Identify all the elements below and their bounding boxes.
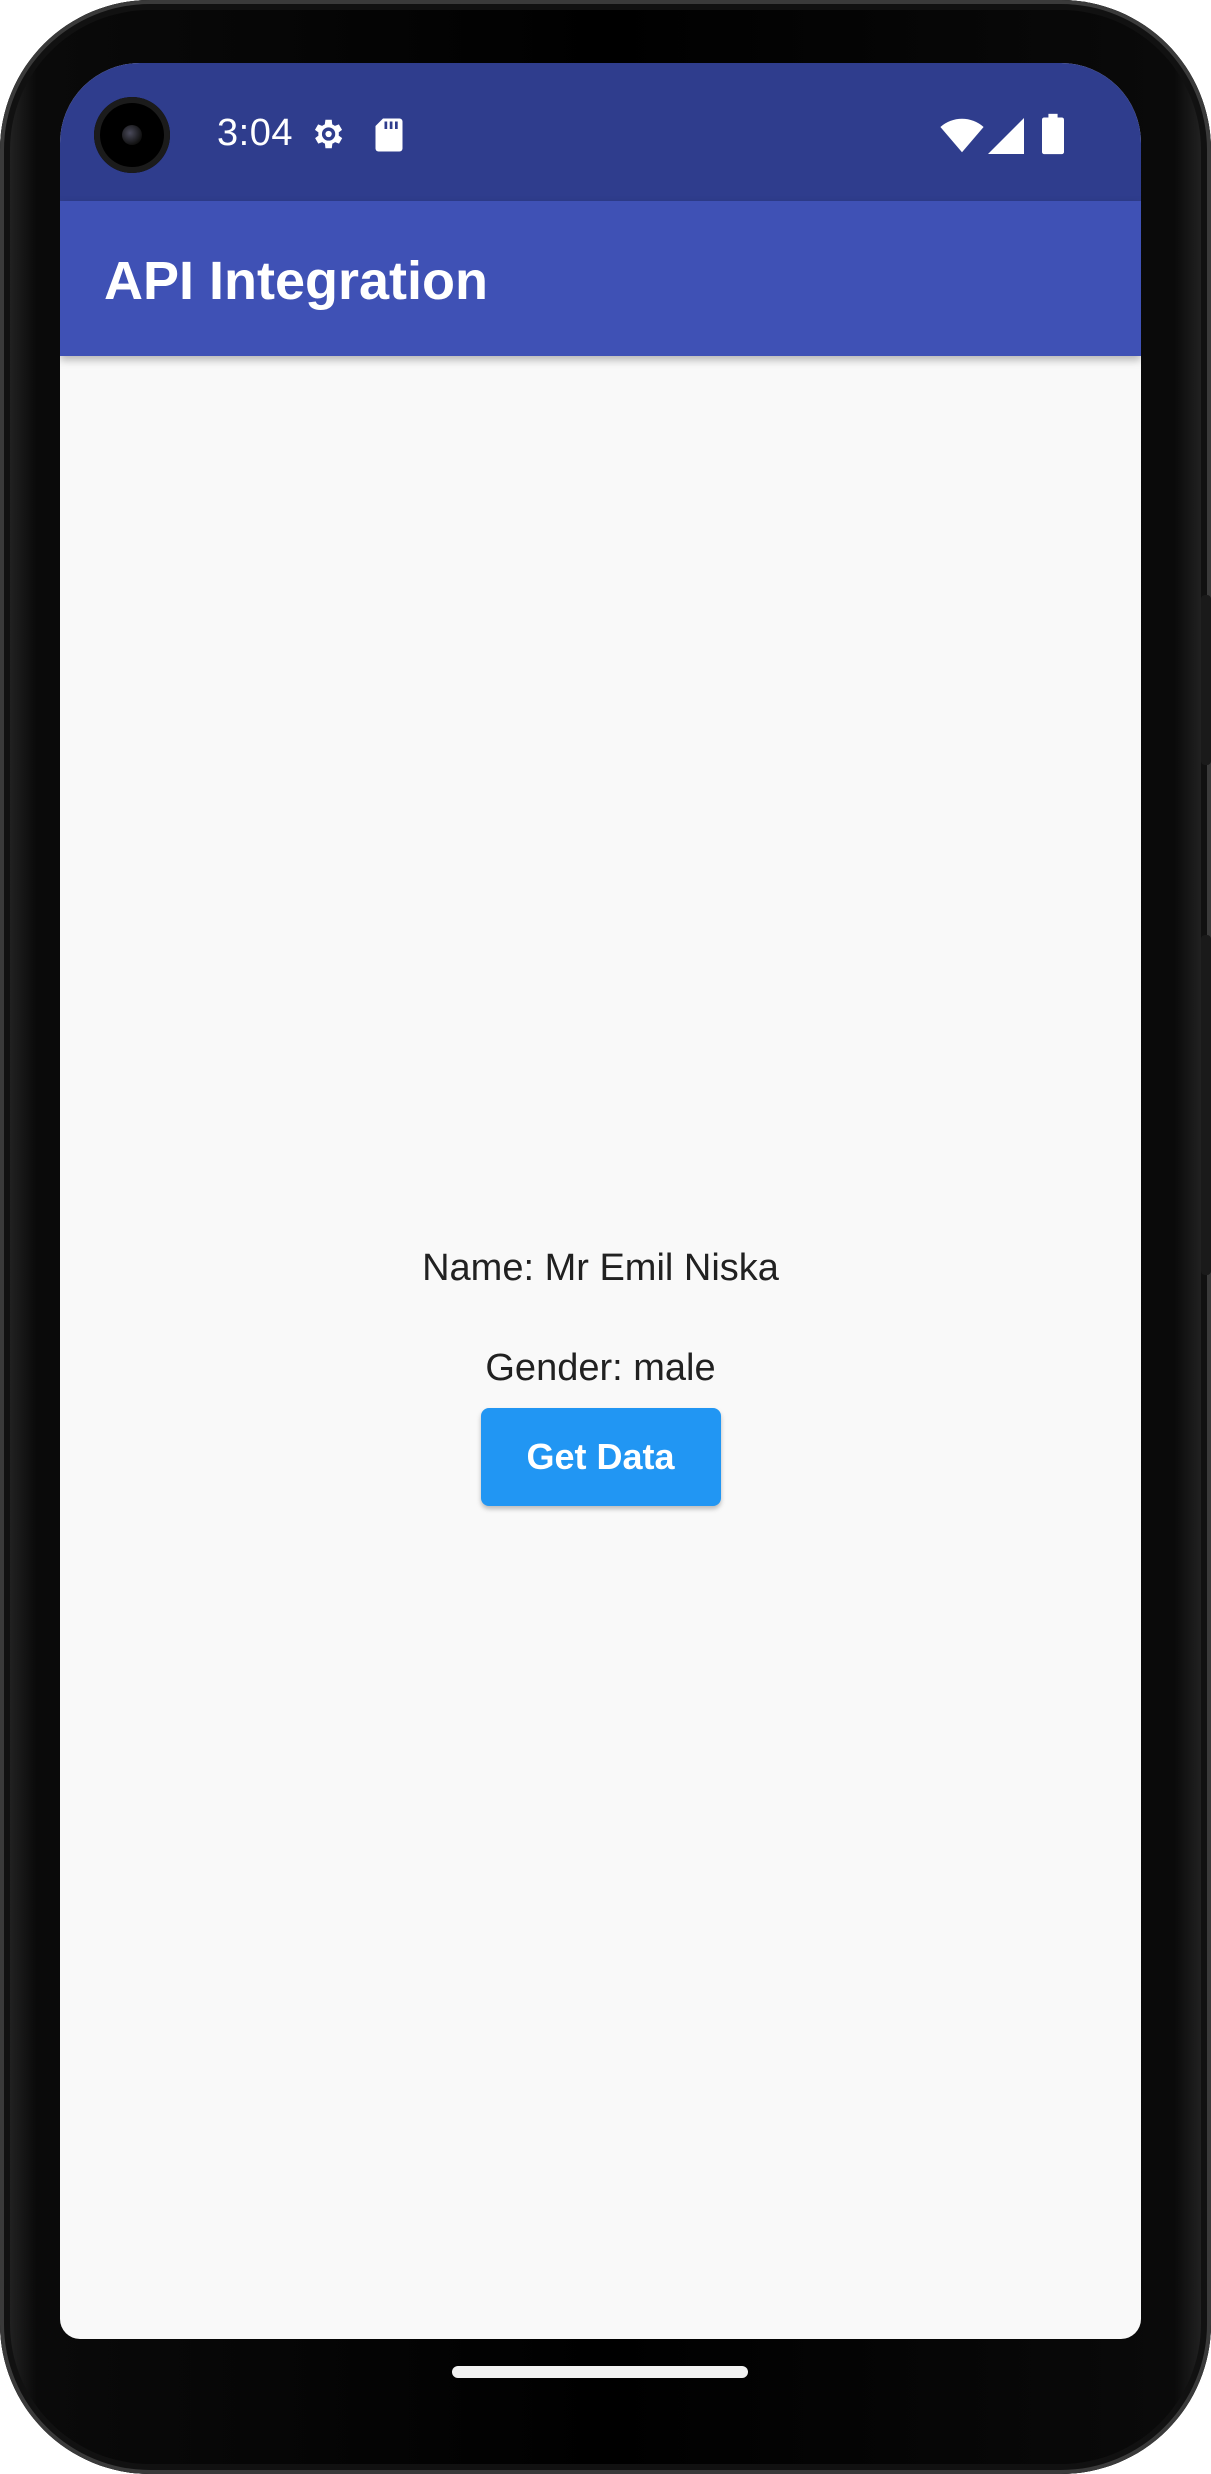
signal-icon bbox=[988, 118, 1024, 154]
phone-frame: 3:04 API Integration Name: Mr Emil Niska… bbox=[0, 0, 1211, 2474]
gender-text: Gender: male bbox=[485, 1347, 716, 1389]
home-gesture-bar[interactable] bbox=[452, 2366, 748, 2378]
get-data-button[interactable]: Get Data bbox=[480, 1408, 721, 1506]
volume-button bbox=[1201, 935, 1211, 1275]
battery-icon bbox=[1042, 113, 1064, 155]
info-column: Name: Mr Emil Niska Gender: male Get Dat… bbox=[60, 1246, 1141, 1506]
sd-card-icon bbox=[375, 118, 403, 152]
status-bar: 3:04 bbox=[60, 63, 1141, 201]
power-button bbox=[1201, 595, 1211, 765]
status-time: 3:04 bbox=[217, 112, 293, 154]
app-title: API Integration bbox=[104, 251, 489, 311]
app-bar: API Integration bbox=[60, 201, 1141, 356]
gear-icon bbox=[314, 119, 343, 149]
screen: 3:04 API Integration Name: Mr Emil Niska… bbox=[60, 63, 1141, 2339]
camera-icon bbox=[94, 97, 170, 173]
wifi-icon bbox=[940, 118, 984, 153]
main-content: Name: Mr Emil Niska Gender: male Get Dat… bbox=[60, 356, 1141, 2339]
name-text: Name: Mr Emil Niska bbox=[422, 1247, 779, 1289]
